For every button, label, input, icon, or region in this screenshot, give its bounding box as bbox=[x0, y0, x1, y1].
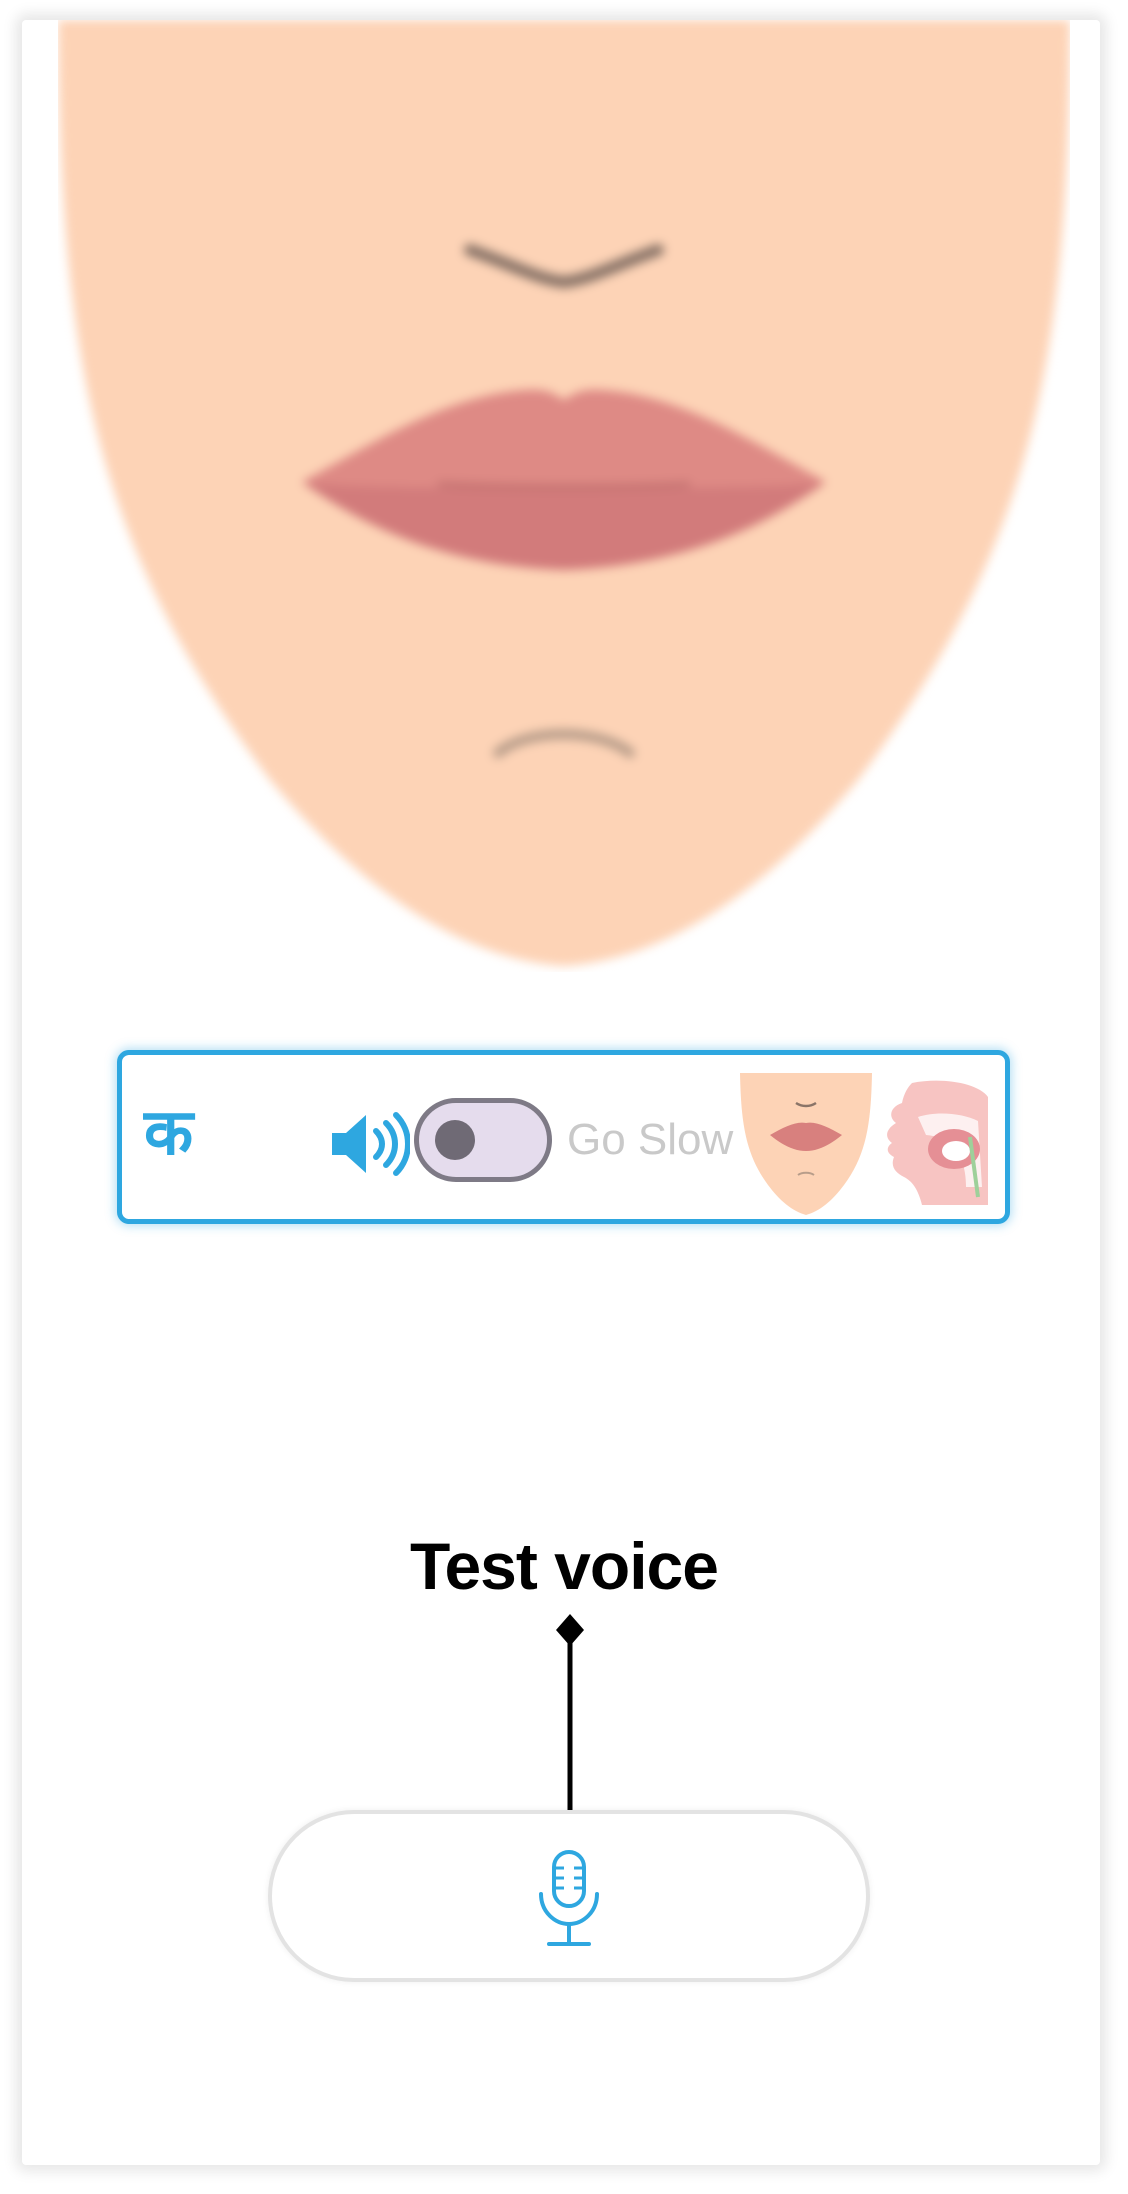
go-slow-toggle[interactable] bbox=[414, 1098, 552, 1182]
microphone-icon bbox=[539, 1850, 599, 1946]
devanagari-letter[interactable]: क bbox=[144, 1093, 193, 1173]
test-voice-label: Test voice bbox=[410, 1529, 719, 1603]
face-front-thumbnail-icon[interactable] bbox=[740, 1073, 872, 1218]
callout-pointer bbox=[556, 1614, 584, 1812]
speaker-volume-icon[interactable] bbox=[330, 1111, 410, 1177]
toggle-knob bbox=[435, 1120, 475, 1160]
record-voice-button[interactable] bbox=[268, 1810, 870, 1982]
sound-control-bar: क Go Slow bbox=[117, 1050, 1010, 1224]
mouth-sagittal-thumbnail-icon[interactable] bbox=[882, 1077, 992, 1207]
go-slow-label: Go Slow bbox=[567, 1115, 734, 1164]
face-illustration bbox=[58, 20, 1070, 972]
